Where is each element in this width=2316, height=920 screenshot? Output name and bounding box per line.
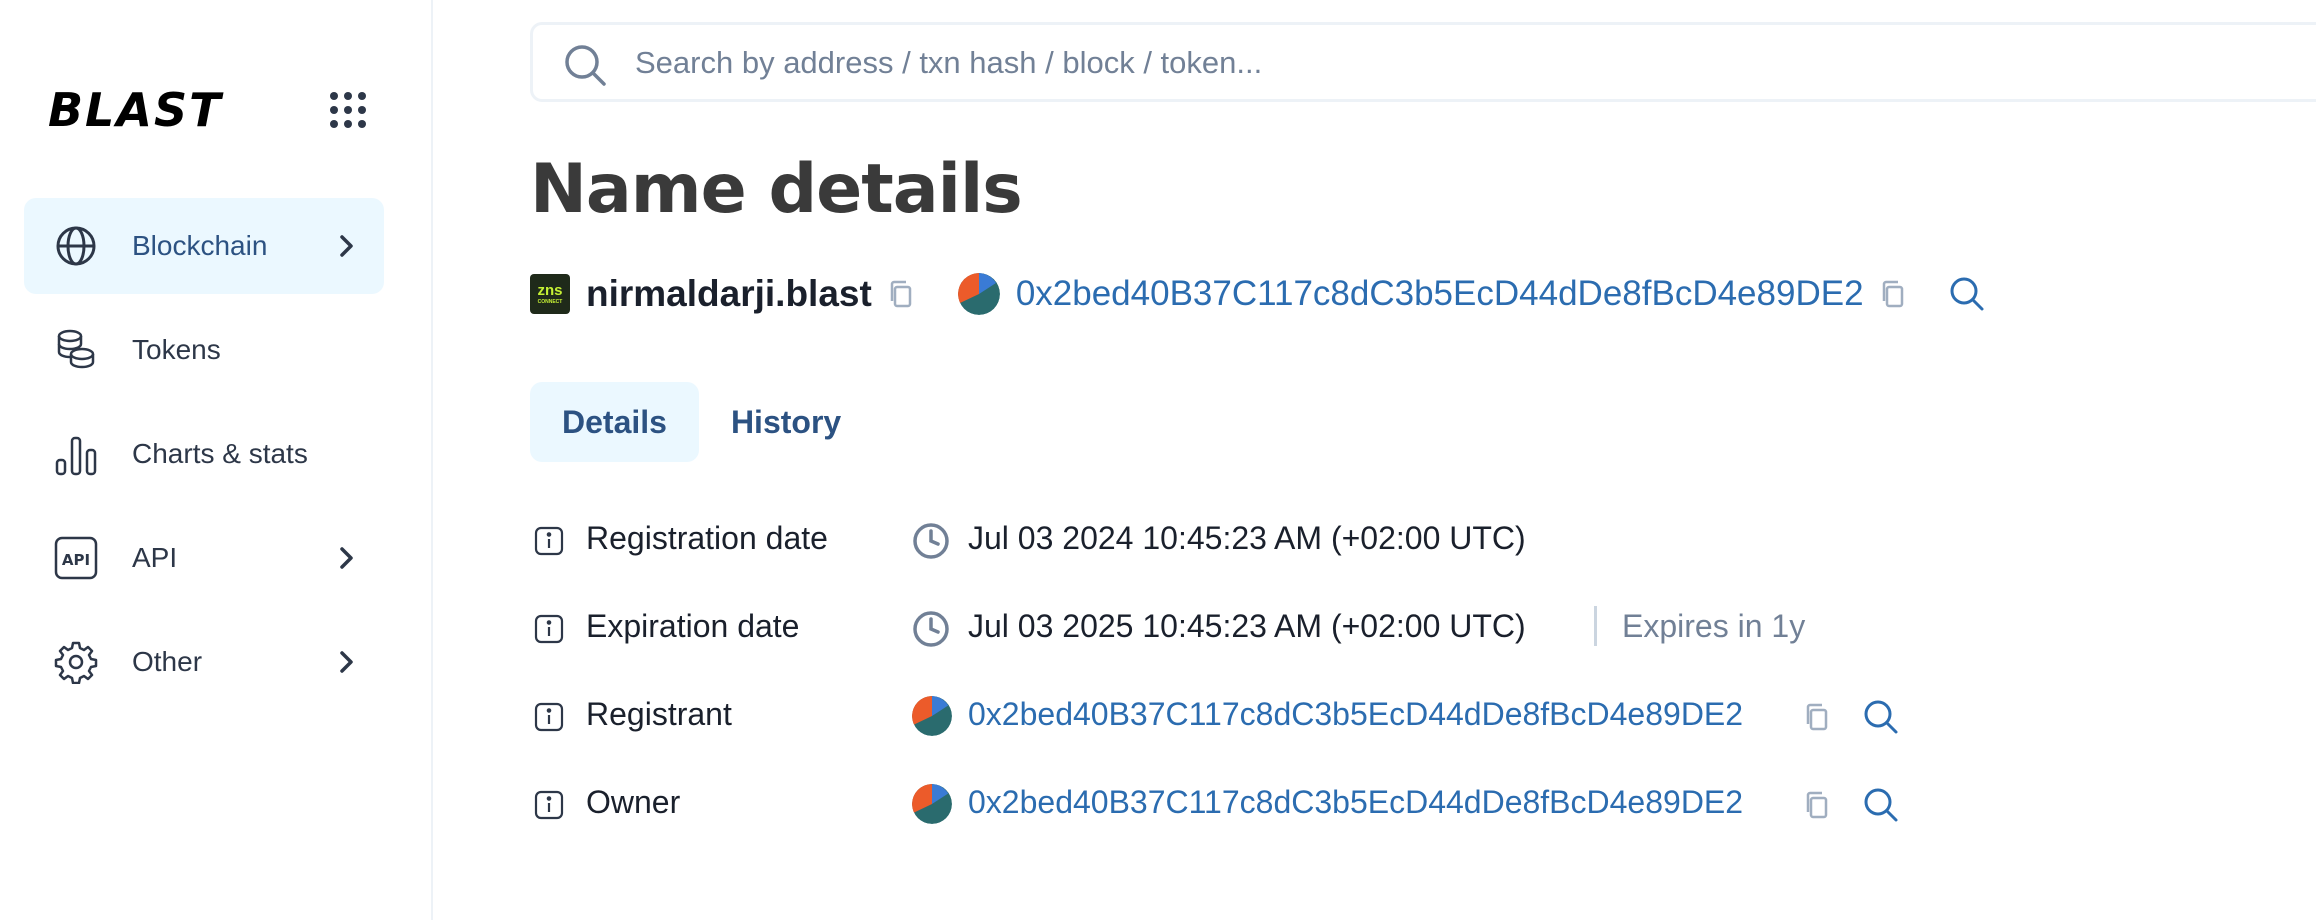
name-header: zns CONNECT nirmaldarji.blast 0x2bed40B3…: [530, 266, 1986, 322]
sidebar-nav: Blockchain Tokens Charts & stats API API…: [24, 198, 384, 718]
detail-label: Registration date: [586, 520, 828, 556]
clock-icon: [913, 611, 949, 647]
detail-label: Expiration date: [586, 608, 800, 644]
domain-name: nirmaldarji.blast: [586, 273, 872, 314]
detail-row-expiration: Expiration date Jul 03 2025 10:45:23 AM …: [530, 598, 1930, 686]
detail-label: Owner: [586, 784, 681, 820]
info-icon[interactable]: [534, 614, 564, 644]
apps-grid-icon[interactable]: [330, 92, 366, 128]
registrant-address-link[interactable]: 0x2bed40B37C117c8dC3b5EcD44dDe8fBcD4e89D…: [968, 696, 1743, 733]
chevron-right-icon: [340, 235, 353, 257]
address-avatar: [912, 696, 952, 736]
chevron-right-icon: [340, 547, 353, 569]
api-icon: API: [54, 536, 98, 580]
divider: [1594, 606, 1597, 646]
tab-details[interactable]: Details: [530, 382, 699, 462]
sidebar-item-label: Tokens: [132, 334, 221, 365]
address-avatar: [912, 784, 952, 824]
coins-icon: [57, 329, 95, 369]
search-bar: [530, 22, 2316, 102]
copy-icon[interactable]: [1802, 790, 1832, 820]
search-icon[interactable]: [1862, 786, 1900, 824]
expires-note: Expires in 1y: [1622, 608, 1806, 644]
sidebar-item-tokens[interactable]: Tokens: [24, 302, 384, 398]
globe-icon: [56, 226, 96, 266]
sidebar-item-label: Other: [132, 646, 203, 677]
detail-label: Registrant: [586, 696, 732, 732]
tab-history[interactable]: History: [699, 382, 873, 462]
detail-row-registration: Registration date Jul 03 2024 10:45:23 A…: [530, 510, 1930, 598]
info-icon[interactable]: [534, 526, 564, 556]
clock-icon: [913, 523, 949, 559]
search-icon[interactable]: [1862, 698, 1900, 736]
owner-address-link[interactable]: 0x2bed40B37C117c8dC3b5EcD44dDe8fBcD4e89D…: [968, 784, 1743, 821]
copy-icon[interactable]: [1878, 279, 1908, 309]
search-icon: [565, 45, 606, 86]
detail-row-owner: Owner 0x2bed40B37C117c8dC3b5EcD44dDe8fBc…: [530, 774, 1930, 862]
sidebar: BLAST Blockchain Tokens Charts & stats A…: [0, 0, 433, 920]
sidebar-item-label: Blockchain: [132, 230, 268, 261]
sidebar-item-label: API: [132, 542, 178, 573]
sidebar-item-label: Charts & stats: [132, 438, 308, 469]
svg-text:API: API: [62, 551, 90, 569]
search-icon[interactable]: [1948, 275, 1986, 313]
tabs: Details History: [530, 382, 873, 462]
sidebar-item-charts[interactable]: Charts & stats: [24, 406, 384, 502]
copy-icon[interactable]: [886, 279, 916, 309]
address-link[interactable]: 0x2bed40B37C117c8dC3b5EcD44dDe8fBcD4e89D…: [1016, 274, 1864, 314]
bar-chart-icon: [55, 436, 97, 476]
detail-row-registrant: Registrant 0x2bed40B37C117c8dC3b5EcD44dD…: [530, 686, 1930, 774]
sidebar-item-other[interactable]: Other: [24, 614, 384, 710]
search-input[interactable]: [635, 39, 2235, 87]
gear-icon: [54, 641, 98, 684]
chevron-right-icon: [340, 651, 353, 673]
expiration-date: Jul 03 2025 10:45:23 AM (+02:00 UTC): [968, 608, 1526, 644]
svg-text:BLAST: BLAST: [48, 86, 224, 134]
info-icon[interactable]: [534, 702, 564, 732]
registration-date: Jul 03 2024 10:45:23 AM (+02:00 UTC): [968, 520, 1526, 556]
address-avatar: [957, 273, 1000, 315]
copy-icon[interactable]: [1802, 702, 1832, 732]
sidebar-item-api[interactable]: API API: [24, 510, 384, 606]
page-title: Name details: [530, 150, 1023, 229]
blast-logo[interactable]: BLAST: [48, 86, 288, 134]
zns-connect-logo: zns CONNECT: [530, 274, 570, 314]
sidebar-item-blockchain[interactable]: Blockchain: [24, 198, 384, 294]
details-list: Registration date Jul 03 2024 10:45:23 A…: [530, 510, 1930, 862]
info-icon[interactable]: [534, 790, 564, 820]
